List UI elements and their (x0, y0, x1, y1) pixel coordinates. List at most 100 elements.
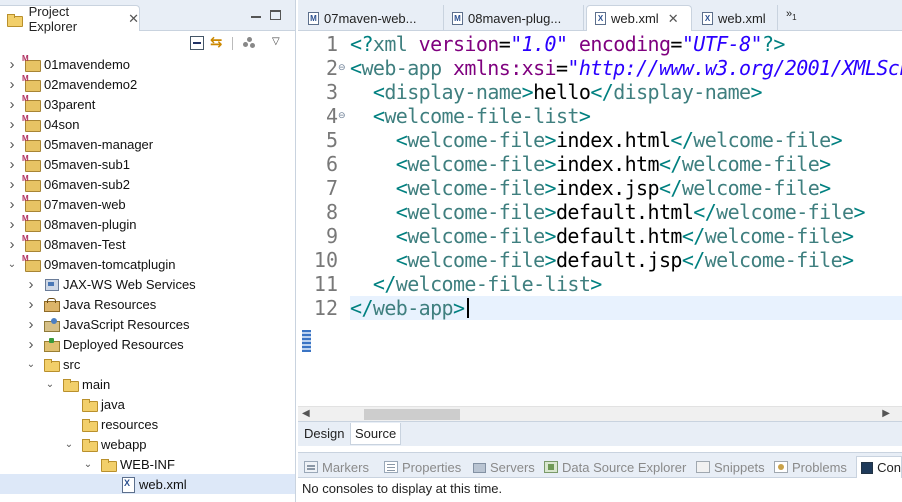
console-icon (861, 461, 874, 474)
tree-item[interactable]: › 08maven-Test (0, 234, 295, 254)
project-explorer-title: Project Explorer (28, 3, 78, 34)
tree-item-label: JAX-WS Web Services (63, 276, 196, 292)
tree-item[interactable]: › 05maven-manager (0, 134, 295, 154)
focus-on-active-task-icon[interactable] (243, 36, 257, 50)
tree-item[interactable]: › JavaScript Resources (0, 314, 295, 334)
folder-icon (81, 417, 98, 432)
tree-item-label: WEB-INF (120, 456, 175, 472)
current-line-marker (302, 330, 311, 352)
tree-item[interactable]: ⌄ main (0, 374, 295, 394)
close-icon[interactable]: ✕ (668, 11, 679, 27)
editor-tab-web-xml-active[interactable]: X web.xml ✕ (586, 5, 692, 31)
tree-item[interactable]: › 05maven-sub1 (0, 154, 295, 174)
tree-item[interactable]: › 03parent (0, 94, 295, 114)
chevron-right-icon[interactable]: › (25, 336, 37, 353)
tab-source[interactable]: Source (350, 423, 402, 445)
tab-servers[interactable]: Servers (472, 456, 535, 478)
tree-item[interactable]: › JAX-WS Web Services (0, 274, 295, 294)
editor-tab-08maven-plugin[interactable]: M 08maven-plug... (444, 5, 584, 31)
tree-item[interactable]: › 02mavendemo2 (0, 74, 295, 94)
tree-item[interactable]: › 04son (0, 114, 295, 134)
code-line: </welcome-file-list> (372, 272, 602, 296)
line-number: 9 (325, 224, 338, 248)
tree-item[interactable]: java (0, 394, 295, 414)
maximize-icon[interactable] (270, 10, 281, 20)
tree-item[interactable]: › Deployed Resources (0, 334, 295, 354)
chevron-right-icon[interactable]: › (6, 96, 18, 113)
link-with-editor-icon[interactable]: ⇆ (210, 35, 224, 50)
maven-project-icon (22, 54, 41, 72)
tree-item[interactable]: web.xml (0, 474, 295, 494)
project-explorer-toolbar: ⇆ ▽ (0, 32, 295, 54)
scrollbar-thumb[interactable] (364, 409, 460, 420)
tree-item-label: Deployed Resources (63, 336, 184, 352)
chevron-right-icon[interactable]: › (6, 76, 18, 93)
tree-item[interactable]: › 06maven-sub2 (0, 174, 295, 194)
line-number: 10 (313, 248, 338, 272)
tab-design[interactable]: Design (300, 423, 348, 445)
tab-label: Data Source Explorer (562, 459, 687, 475)
scroll-left-icon[interactable]: ◀ (302, 408, 310, 419)
code-line: <welcome-file>default.jsp</welcome-file> (395, 248, 854, 272)
tab-problems[interactable]: Problems (774, 456, 847, 478)
tree-item[interactable]: ⌄ 09maven-tomcatplugin (0, 254, 295, 274)
more-tabs-button[interactable]: »1 (786, 8, 797, 22)
minimize-icon[interactable] (250, 8, 262, 20)
code-line: <welcome-file>index.htm</welcome-file> (395, 152, 831, 176)
tree-item[interactable]: › 01mavendemo (0, 54, 295, 74)
tab-snippets[interactable]: Snippets (696, 456, 765, 478)
chevron-right-icon[interactable]: › (6, 136, 18, 153)
chevron-right-icon[interactable]: › (6, 196, 18, 213)
fold-toggle-icon[interactable]: ⊖ (338, 110, 346, 121)
chevron-down-icon[interactable]: ⌄ (63, 438, 75, 450)
chevron-right-icon[interactable]: › (6, 56, 18, 73)
tab-label: Servers (490, 459, 535, 475)
chevron-right-icon[interactable]: › (25, 316, 37, 333)
editor-tab-web-xml[interactable]: X web.xml (694, 5, 778, 31)
chevron-down-icon[interactable]: ⌄ (25, 358, 37, 370)
collapse-all-icon[interactable] (190, 36, 204, 50)
tree-item[interactable]: › 07maven-web (0, 194, 295, 214)
tree-item[interactable]: › Java Resources (0, 294, 295, 314)
tab-data-source-explorer[interactable]: Data Source Explorer (544, 456, 686, 478)
chevron-right-icon[interactable]: › (25, 276, 37, 293)
xml-file-icon (119, 477, 135, 493)
tab-console[interactable]: Con (856, 456, 902, 478)
tab-properties[interactable]: Properties (384, 456, 461, 478)
code-line: <web-app xmlns:xsi="http://www.w3.org/20… (350, 56, 902, 80)
chevron-right-icon[interactable]: › (6, 236, 18, 253)
view-menu-icon[interactable]: ▽ (272, 36, 286, 50)
code-line: </web-app> (350, 296, 465, 320)
editor-tab-label: web.xml (718, 10, 766, 26)
chevron-right-icon[interactable]: › (6, 176, 18, 193)
tree-item[interactable]: resources (0, 414, 295, 434)
project-explorer-tab[interactable]: Project Explorer ✕ (0, 3, 140, 34)
maven-project-icon (22, 254, 41, 272)
fold-toggle-icon[interactable]: ⊖ (338, 62, 346, 73)
tree-item[interactable]: ⌄ src (0, 354, 295, 374)
tree-item-label: 08maven-plugin (44, 216, 137, 232)
tree-item[interactable]: › 08maven-plugin (0, 214, 295, 234)
tree-item[interactable]: ⌄ webapp (0, 434, 295, 454)
line-number: 8 (325, 200, 338, 224)
chevron-right-icon[interactable]: › (6, 216, 18, 233)
editor-tab-07maven-web[interactable]: M 07maven-web... (300, 5, 444, 31)
code-line: <?xml version="1.0" encoding="UTF-8"?> (350, 32, 785, 56)
close-icon[interactable]: ✕ (128, 11, 139, 27)
chevron-right-icon[interactable]: › (6, 116, 18, 133)
tree-item[interactable]: ⌄ WEB-INF (0, 454, 295, 474)
chevron-down-icon[interactable]: ⌄ (82, 458, 94, 470)
chevron-down-icon[interactable]: ⌄ (6, 258, 18, 270)
line-number: 1 (325, 32, 338, 56)
code-area[interactable]: <?xml version="1.0" encoding="UTF-8"?> <w… (350, 32, 902, 406)
horizontal-scrollbar[interactable]: ◀ ▶ (298, 406, 902, 421)
tab-markers[interactable]: Markers (304, 456, 369, 478)
editor-tab-label: 08maven-plug... (468, 10, 562, 26)
chevron-down-icon[interactable]: ⌄ (44, 378, 56, 390)
xml-file-icon: X (702, 11, 713, 25)
chevron-right-icon[interactable]: › (6, 156, 18, 173)
tab-label: Properties (402, 459, 462, 475)
scroll-right-icon[interactable]: ▶ (882, 408, 890, 419)
chevron-right-icon[interactable]: › (25, 296, 37, 313)
